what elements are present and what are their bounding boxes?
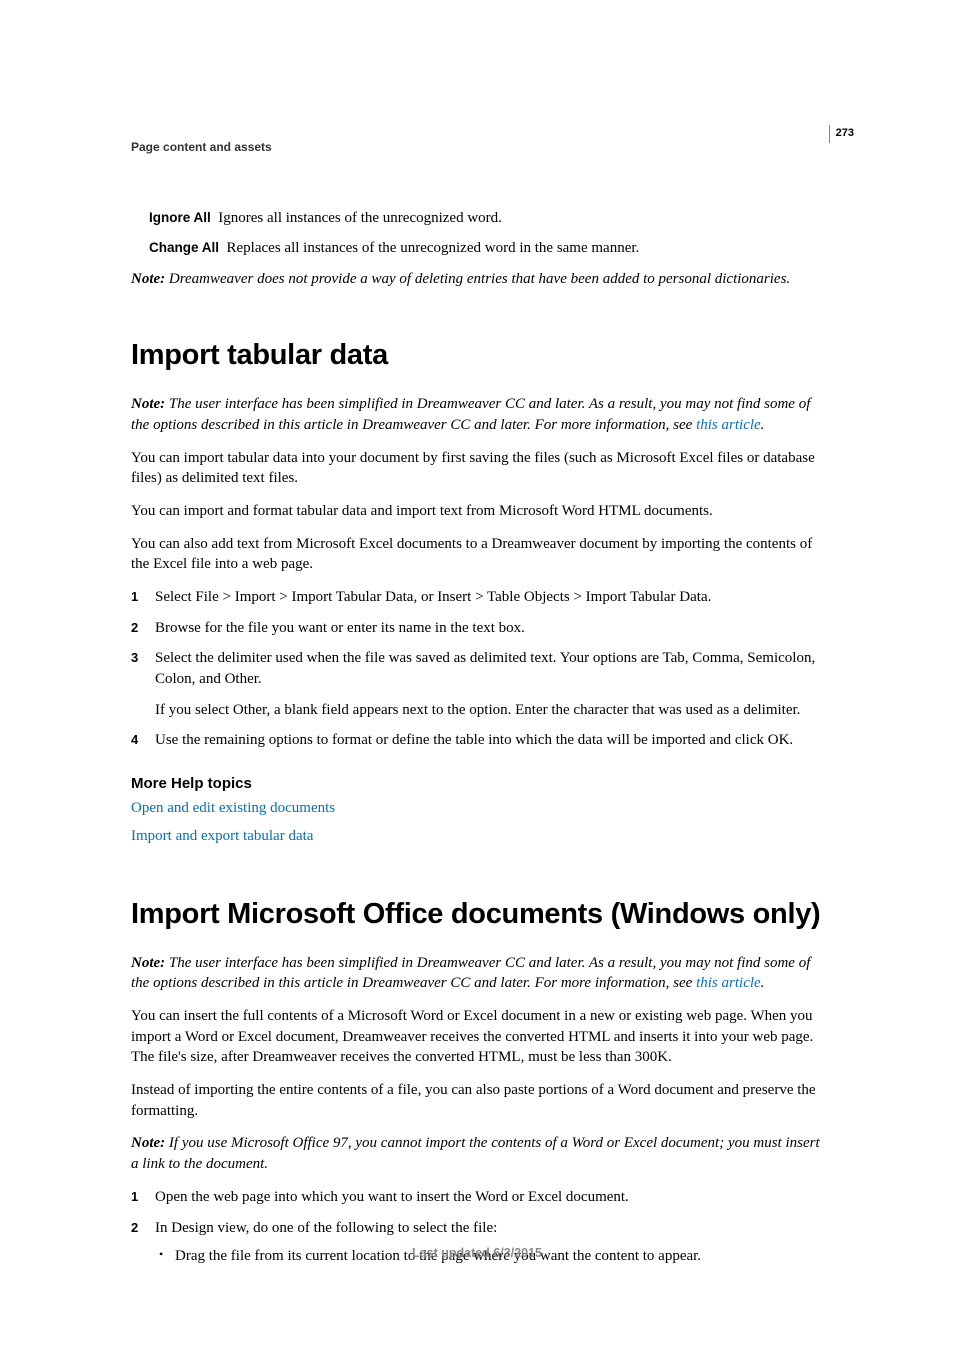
body-paragraph: You can also add text from Microsoft Exc… — [131, 534, 825, 575]
page-number: 273 — [829, 125, 854, 143]
definition-item: Change All Replaces all instances of the… — [149, 238, 825, 258]
step-text: Select the delimiter used when the file … — [155, 650, 815, 687]
note-body: Dreamweaver does not provide a way of de… — [165, 271, 790, 287]
note-text: Note: If you use Microsoft Office 97, yo… — [131, 1133, 825, 1174]
note-after: . — [761, 417, 765, 433]
note-body: If you use Microsoft Office 97, you cann… — [131, 1135, 820, 1172]
help-link-line: Import and export tabular data — [131, 826, 825, 848]
definition-item: Ignore All Ignores all instances of the … — [149, 208, 825, 228]
note-label: Note: — [131, 955, 165, 971]
step-text: Select File > Import > Import Tabular Da… — [155, 589, 711, 605]
heading-import-ms-office: Import Microsoft Office documents (Windo… — [131, 898, 825, 931]
definition-term: Ignore All — [149, 210, 211, 225]
section-header: Page content and assets — [131, 140, 825, 154]
step-text: In Design view, do one of the following … — [155, 1220, 497, 1236]
body-paragraph: You can import and format tabular data a… — [131, 501, 825, 522]
help-link-line: Open and edit existing documents — [131, 798, 825, 820]
note-label: Note: — [131, 271, 165, 287]
more-help-heading: More Help topics — [131, 775, 825, 792]
step-text: Open the web page into which you want to… — [155, 1189, 629, 1205]
step-text: Browse for the file you want or enter it… — [155, 620, 525, 636]
step-item: Browse for the file you want or enter it… — [131, 618, 825, 639]
note-text: Note: The user interface has been simpli… — [131, 953, 825, 994]
step-item: Use the remaining options to format or d… — [131, 730, 825, 751]
definition-desc: Replaces all instances of the unrecogniz… — [227, 240, 640, 256]
link-import-export-tabular[interactable]: Import and export tabular data — [131, 828, 313, 844]
page-content: Page content and assets Ignore All Ignor… — [131, 140, 825, 1277]
step-text: Use the remaining options to format or d… — [155, 732, 793, 748]
step-item: Select File > Import > Import Tabular Da… — [131, 587, 825, 608]
body-paragraph: You can import tabular data into your do… — [131, 448, 825, 489]
step-item: Select the delimiter used when the file … — [131, 648, 825, 720]
step-subtext: If you select Other, a blank field appea… — [155, 700, 825, 721]
ordered-steps: Select File > Import > Import Tabular Da… — [131, 587, 825, 751]
body-paragraph: Instead of importing the entire contents… — [131, 1080, 825, 1121]
body-paragraph: You can insert the full contents of a Mi… — [131, 1006, 825, 1068]
note-label: Note: — [131, 1135, 165, 1151]
link-open-edit-docs[interactable]: Open and edit existing documents — [131, 800, 335, 816]
link-this-article[interactable]: this article — [696, 975, 761, 991]
step-item: Open the web page into which you want to… — [131, 1187, 825, 1208]
note-text: Note: Dreamweaver does not provide a way… — [131, 269, 825, 290]
note-after: . — [761, 975, 765, 991]
heading-import-tabular-data: Import tabular data — [131, 339, 825, 372]
definition-desc: Ignores all instances of the unrecognize… — [218, 210, 502, 226]
link-this-article[interactable]: this article — [696, 417, 761, 433]
footer-last-updated: Last updated 6/3/2015 — [0, 1246, 954, 1260]
note-text: Note: The user interface has been simpli… — [131, 394, 825, 435]
note-label: Note: — [131, 396, 165, 412]
definition-list: Ignore All Ignores all instances of the … — [149, 208, 825, 259]
definition-term: Change All — [149, 240, 219, 255]
